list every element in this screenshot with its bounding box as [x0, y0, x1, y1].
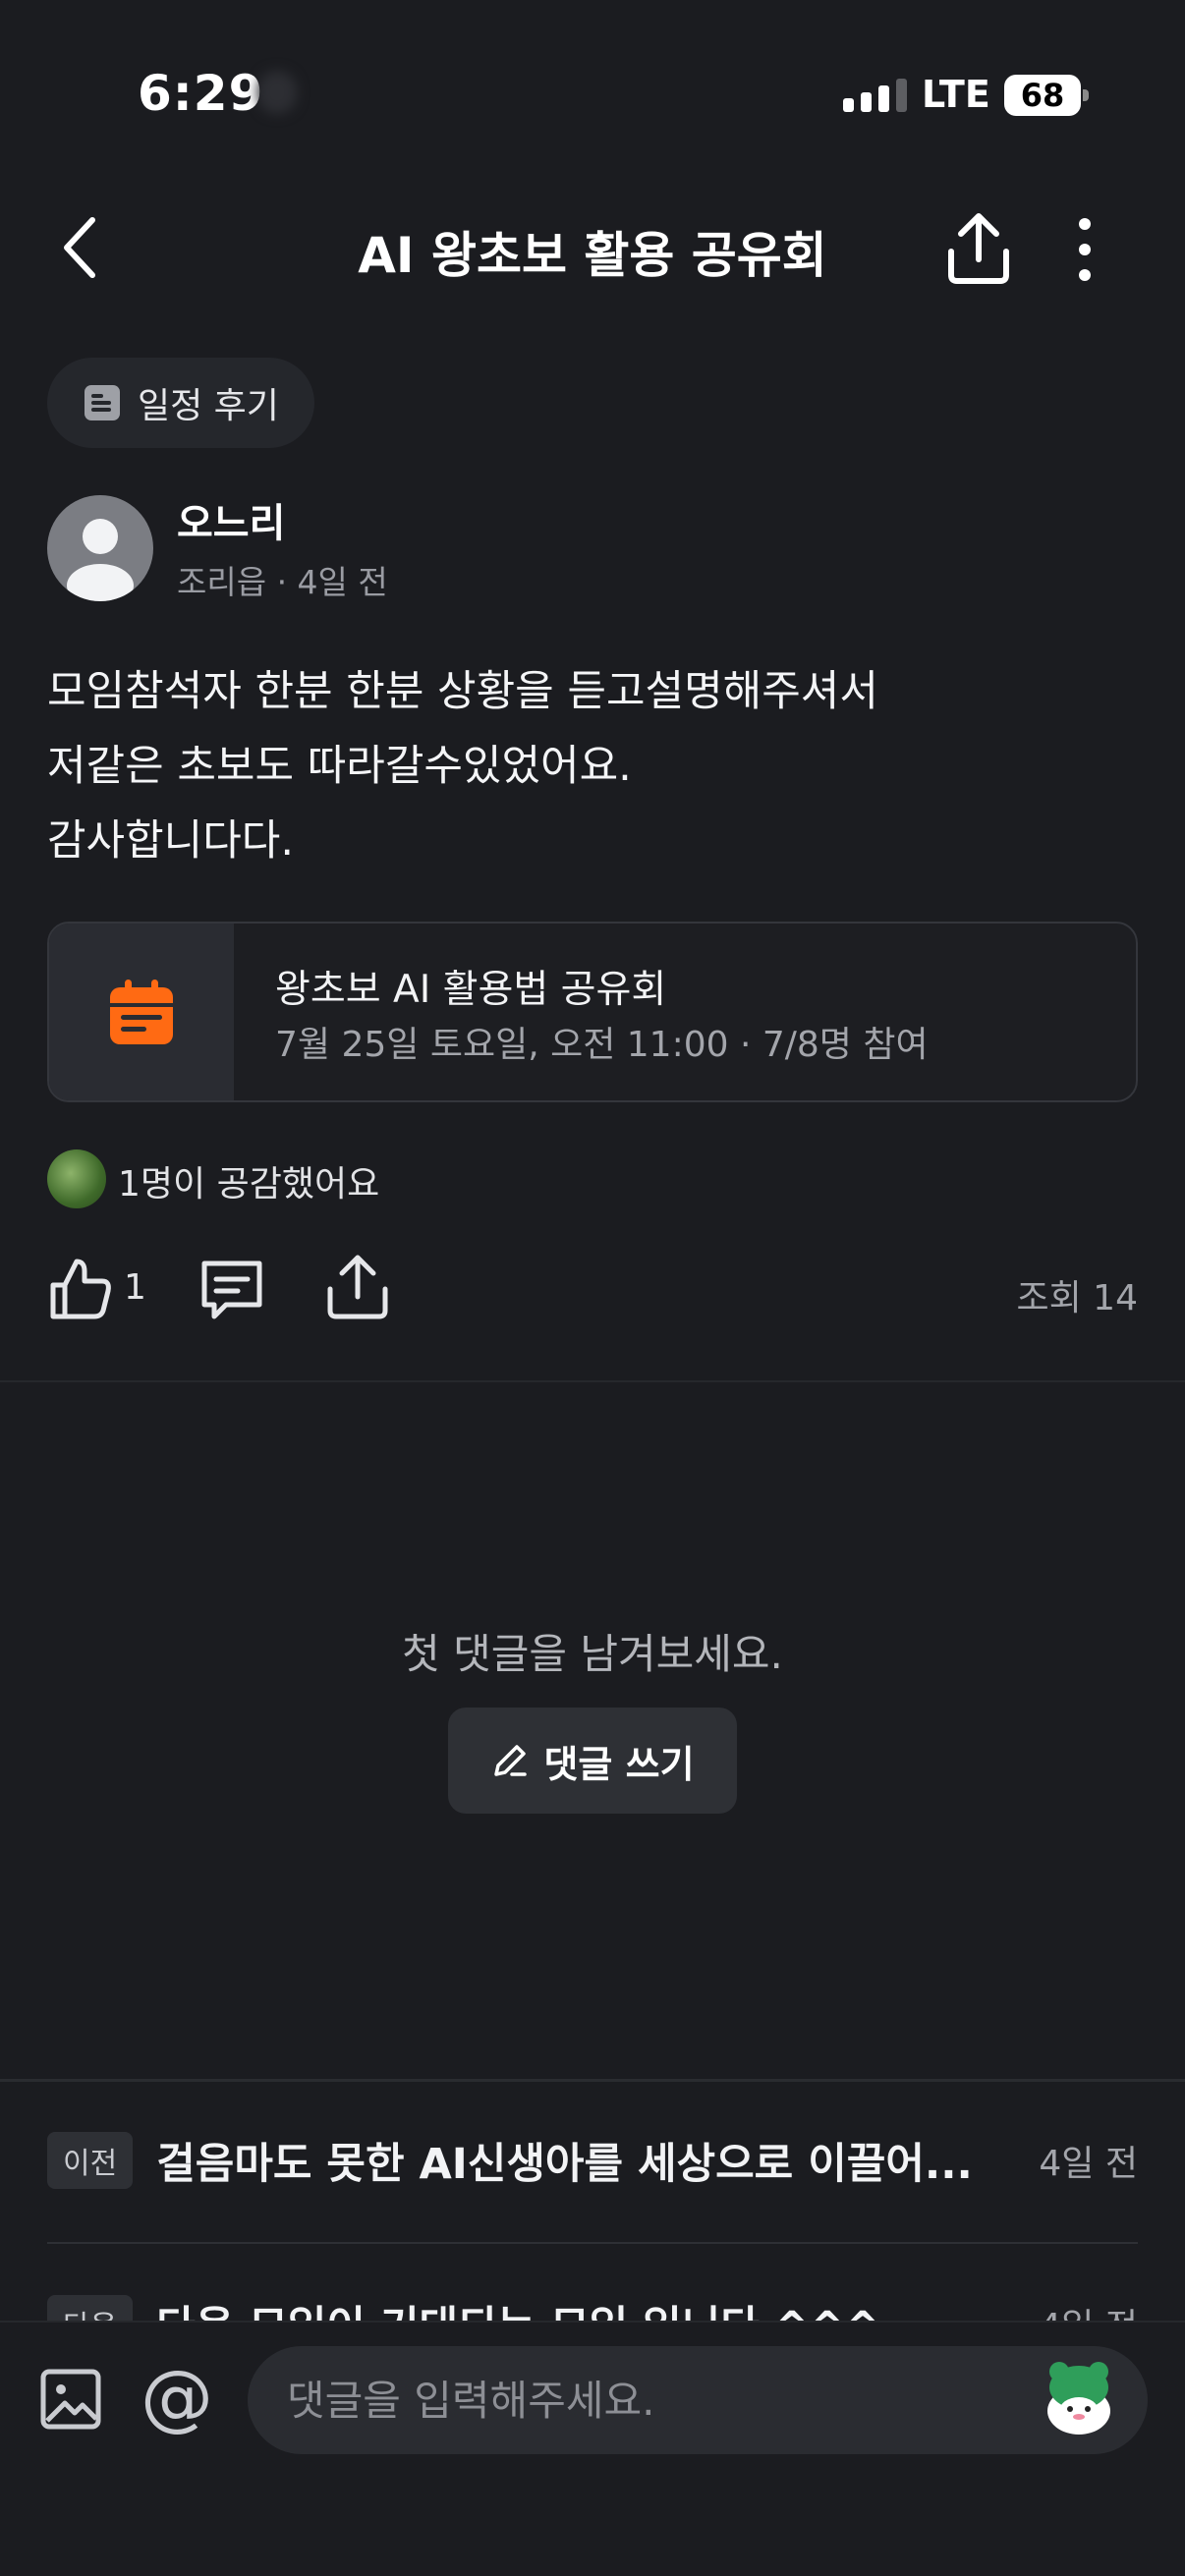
post-body: 모임참석자 한분 한분 상황을 듣고설명해주셔서 저같은 초보도 따라갈수있었어…: [47, 654, 1128, 878]
write-comment-label: 댓글 쓰기: [543, 1742, 695, 1786]
category-chip[interactable]: 일정 후기: [47, 358, 314, 448]
avatar[interactable]: [47, 495, 153, 601]
comment-icon: [201, 1260, 262, 1319]
status-redaction: [257, 71, 297, 114]
share-post-button[interactable]: [320, 1250, 395, 1324]
divider: [47, 2242, 1138, 2244]
status-time: 6:29: [138, 65, 264, 122]
document-icon: [85, 385, 120, 420]
likes-summary[interactable]: 1명이 공감했어요: [118, 1155, 379, 1206]
event-card[interactable]: 왕초보 AI 활용법 공유회 7월 25일 토요일, 오전 11:00 · 7/…: [47, 922, 1138, 1102]
attach-image-button[interactable]: [39, 2368, 102, 2431]
divider: [0, 1380, 1185, 1382]
comment-input[interactable]: [248, 2346, 1148, 2454]
prev-post-link[interactable]: 이전 걸음마도 못한 AI신생아를 세상으로 이끌어... 4일 전: [47, 2130, 1138, 2191]
signal-icon: [843, 79, 907, 112]
event-card-icon-area: [49, 924, 234, 1100]
prev-tag: 이전: [47, 2132, 134, 2189]
battery-icon: 68: [1004, 75, 1081, 116]
write-comment-button[interactable]: 댓글 쓰기: [448, 1708, 737, 1814]
image-icon: [40, 2369, 101, 2430]
sticker-button[interactable]: [1042, 2356, 1116, 2438]
battery-level: 68: [1020, 77, 1065, 114]
post-body-line: 감사합니다다.: [47, 816, 295, 866]
share-icon: [948, 213, 1009, 284]
network-type: LTE: [922, 73, 990, 116]
event-detail: 7월 25일 토요일, 오전 11:00 · 7/8명 참여: [275, 1025, 929, 1065]
post-body-line: 저같은 초보도 따라갈수있었어요.: [47, 742, 632, 791]
calendar-icon: [110, 980, 173, 1044]
post-meta: 조리읍 · 4일 전: [177, 563, 388, 601]
share-button[interactable]: [939, 204, 1018, 293]
post-body-line: 모임참석자 한분 한분 상황을 듣고설명해주셔서: [47, 667, 878, 716]
mention-button[interactable]: @: [140, 2358, 214, 2436]
pencil-icon: [494, 1745, 528, 1776]
thumbs-up-icon: [50, 1259, 111, 1319]
author-name[interactable]: 오느리: [177, 491, 285, 548]
empty-comments-message: 첫 댓글을 남겨보세요.: [402, 1630, 783, 1678]
more-vertical-icon: [1079, 218, 1091, 281]
event-title: 왕초보 AI 활용법 공유회: [275, 968, 667, 1012]
more-options-button[interactable]: [1055, 208, 1114, 291]
category-label: 일정 후기: [138, 386, 279, 426]
like-button[interactable]: [45, 1254, 116, 1324]
prev-post-title: 걸음마도 못한 AI신생아를 세상으로 이끌어...: [156, 2140, 973, 2189]
comment-button[interactable]: [197, 1254, 267, 1324]
share-icon: [327, 1255, 388, 1319]
view-count: 조회 14: [1016, 1278, 1139, 1318]
prev-post-date: 4일 전: [1039, 2144, 1138, 2184]
default-avatar-icon: [67, 519, 134, 601]
divider: [0, 2079, 1185, 2082]
battery-tip: [1083, 89, 1089, 101]
at-icon: @: [141, 2355, 213, 2439]
liker-avatar: [47, 1149, 106, 1208]
sticker-icon: [1047, 2362, 1110, 2435]
like-count: 1: [124, 1267, 146, 1308]
